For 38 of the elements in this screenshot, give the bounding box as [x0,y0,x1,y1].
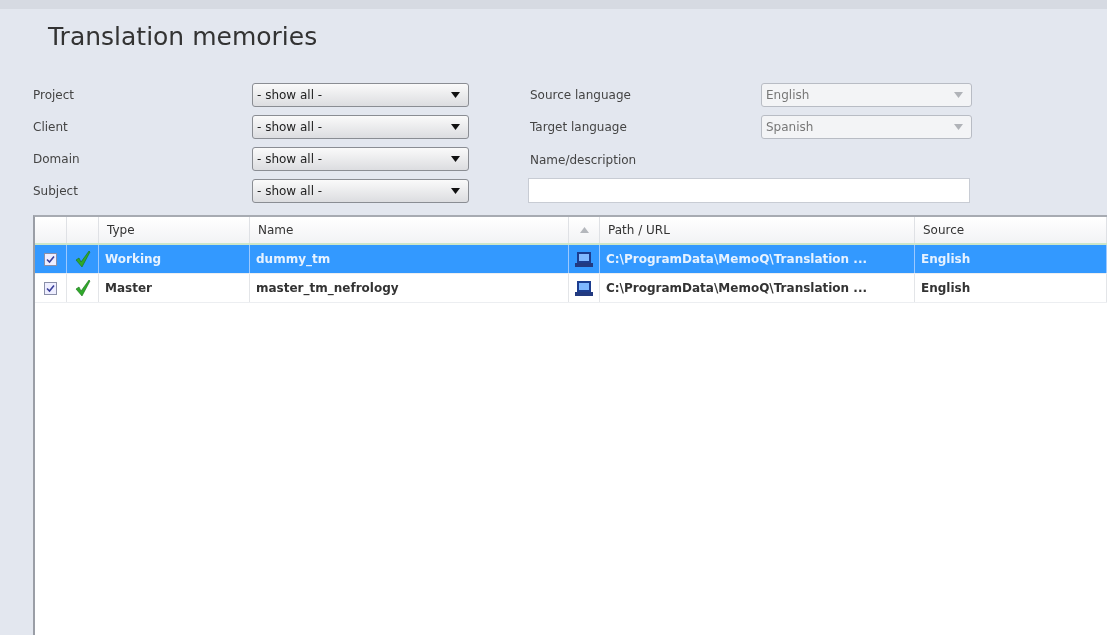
name-field[interactable] [528,178,970,203]
page-title: Translation memories [48,22,319,53]
caret-icon [451,92,460,98]
field-label: Source language [530,88,632,102]
table-cell: English [915,245,1107,273]
table-cell: Master [99,274,250,302]
table-cell: English [915,274,1107,302]
field-label: Name/description [530,152,638,169]
computer-icon [575,250,593,268]
caret-icon [954,92,963,98]
table-cell: C:\ProgramData\MemoQ\Translation ... [600,274,915,302]
column-header[interactable]: Path / URL [600,217,915,243]
dropdown[interactable]: - show all - [252,147,469,171]
caret-icon [954,124,963,130]
dropdown[interactable]: - show all - [252,83,469,107]
field-label: Subject [33,184,79,198]
caret-icon [451,156,460,162]
column-header[interactable]: Name [250,217,569,243]
column-header[interactable]: Type [99,217,250,243]
checkbox[interactable] [44,281,57,295]
field-label: Client [33,120,69,134]
table-cell: C:\ProgramData\MemoQ\Translation ... [600,245,915,273]
table-cell: Working [99,245,250,273]
caret-icon [451,124,460,130]
table-row[interactable]: Master master_tm_nefrology C:\ProgramData\MemoQ\Translation ... English [35,274,1107,303]
checkmark-icon [74,250,91,268]
caret-icon [451,188,460,194]
checkbox[interactable] [44,252,57,266]
column-header[interactable]: Source [915,217,1107,243]
checkmark-icon [74,279,91,297]
field-label: Project [33,88,76,102]
field-label: Target language [530,120,628,134]
dropdown[interactable]: - show all - [252,115,469,139]
computer-icon [575,279,593,297]
table-cell: master_tm_nefrology [250,274,569,302]
dropdown[interactable]: - show all - [252,179,469,203]
field-label: Domain [33,152,81,166]
table-cell: dummy_tm [250,245,569,273]
